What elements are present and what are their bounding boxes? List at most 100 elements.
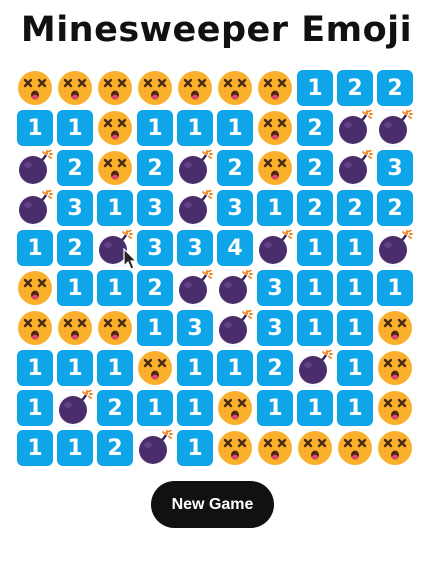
number-cell[interactable]: 1: [137, 310, 173, 346]
dead-face-icon[interactable]: [97, 310, 133, 346]
number-cell[interactable]: 1: [297, 270, 333, 306]
dead-face-icon[interactable]: [217, 390, 253, 426]
number-cell[interactable]: 1: [57, 430, 93, 466]
bomb-icon[interactable]: [177, 270, 213, 306]
number-cell[interactable]: 2: [57, 150, 93, 186]
number-cell[interactable]: 2: [257, 350, 293, 386]
dead-face-icon[interactable]: [297, 430, 333, 466]
number-cell[interactable]: 1: [217, 110, 253, 146]
number-cell[interactable]: 1: [297, 390, 333, 426]
number-cell[interactable]: 2: [137, 270, 173, 306]
number-cell[interactable]: 1: [177, 390, 213, 426]
number-cell[interactable]: 2: [217, 150, 253, 186]
bomb-icon[interactable]: [137, 430, 173, 466]
bomb-icon[interactable]: [337, 150, 373, 186]
dead-face-icon[interactable]: [217, 430, 253, 466]
dead-face-icon[interactable]: [377, 350, 413, 386]
number-cell[interactable]: 1: [17, 110, 53, 146]
number-cell[interactable]: 1: [297, 230, 333, 266]
number-cell[interactable]: 3: [257, 270, 293, 306]
number-cell[interactable]: 1: [97, 270, 133, 306]
dead-face-icon[interactable]: [97, 110, 133, 146]
number-cell[interactable]: 1: [97, 350, 133, 386]
number-cell[interactable]: 3: [177, 310, 213, 346]
number-cell[interactable]: 1: [177, 350, 213, 386]
number-cell[interactable]: 1: [177, 430, 213, 466]
dead-face-icon[interactable]: [57, 310, 93, 346]
number-cell[interactable]: 3: [377, 150, 413, 186]
dead-face-icon[interactable]: [217, 70, 253, 106]
new-game-button[interactable]: New Game: [151, 481, 274, 528]
number-cell[interactable]: 1: [137, 110, 173, 146]
number-cell[interactable]: 3: [57, 190, 93, 226]
dead-face-icon[interactable]: [17, 270, 53, 306]
number-cell[interactable]: 3: [177, 230, 213, 266]
number-cell[interactable]: 2: [377, 190, 413, 226]
number-cell[interactable]: 1: [17, 430, 53, 466]
number-cell[interactable]: 1: [337, 390, 373, 426]
dead-face-icon[interactable]: [177, 70, 213, 106]
number-cell[interactable]: 1: [257, 390, 293, 426]
dead-face-icon[interactable]: [257, 110, 293, 146]
number-cell[interactable]: 1: [337, 270, 373, 306]
number-cell[interactable]: 3: [137, 230, 173, 266]
dead-face-icon[interactable]: [17, 70, 53, 106]
number-cell[interactable]: 1: [17, 390, 53, 426]
number-cell[interactable]: 3: [257, 310, 293, 346]
number-cell[interactable]: 3: [137, 190, 173, 226]
dead-face-icon[interactable]: [57, 70, 93, 106]
number-cell[interactable]: 1: [257, 190, 293, 226]
number-cell[interactable]: 4: [217, 230, 253, 266]
number-cell[interactable]: 1: [97, 190, 133, 226]
number-cell[interactable]: 2: [297, 110, 333, 146]
number-cell[interactable]: 1: [337, 350, 373, 386]
dead-face-icon[interactable]: [337, 430, 373, 466]
dead-face-icon[interactable]: [257, 430, 293, 466]
dead-face-icon[interactable]: [377, 390, 413, 426]
number-cell[interactable]: 1: [177, 110, 213, 146]
number-cell[interactable]: 2: [337, 70, 373, 106]
dead-face-icon[interactable]: [97, 70, 133, 106]
bomb-icon[interactable]: [217, 310, 253, 346]
number-cell[interactable]: 1: [297, 310, 333, 346]
number-cell[interactable]: 2: [297, 190, 333, 226]
dead-face-icon[interactable]: [377, 430, 413, 466]
number-cell[interactable]: 1: [217, 350, 253, 386]
dead-face-icon[interactable]: [137, 350, 173, 386]
dead-face-icon[interactable]: [377, 310, 413, 346]
bomb-icon[interactable]: [17, 150, 53, 186]
number-cell[interactable]: 2: [57, 230, 93, 266]
number-cell[interactable]: 1: [57, 350, 93, 386]
bomb-icon[interactable]: [377, 110, 413, 146]
number-cell[interactable]: 1: [57, 110, 93, 146]
number-cell[interactable]: 1: [337, 230, 373, 266]
number-cell[interactable]: 1: [137, 390, 173, 426]
number-cell[interactable]: 1: [57, 270, 93, 306]
number-cell[interactable]: 2: [137, 150, 173, 186]
dead-face-icon[interactable]: [137, 70, 173, 106]
number-cell[interactable]: 1: [17, 350, 53, 386]
number-cell[interactable]: 1: [337, 310, 373, 346]
number-cell[interactable]: 2: [297, 150, 333, 186]
dead-face-icon[interactable]: [17, 310, 53, 346]
bomb-icon[interactable]: [337, 110, 373, 146]
number-cell[interactable]: 2: [337, 190, 373, 226]
bomb-icon[interactable]: [377, 230, 413, 266]
dead-face-icon[interactable]: [97, 150, 133, 186]
dead-face-icon[interactable]: [257, 150, 293, 186]
number-cell[interactable]: 1: [17, 230, 53, 266]
bomb-icon[interactable]: [97, 230, 133, 266]
number-cell[interactable]: 2: [97, 390, 133, 426]
number-cell[interactable]: 1: [377, 270, 413, 306]
number-cell[interactable]: 1: [297, 70, 333, 106]
bomb-icon[interactable]: [57, 390, 93, 426]
bomb-icon[interactable]: [297, 350, 333, 386]
bomb-icon[interactable]: [257, 230, 293, 266]
bomb-icon[interactable]: [177, 190, 213, 226]
bomb-icon[interactable]: [217, 270, 253, 306]
bomb-icon[interactable]: [177, 150, 213, 186]
dead-face-icon[interactable]: [257, 70, 293, 106]
number-cell[interactable]: 2: [377, 70, 413, 106]
number-cell[interactable]: 3: [217, 190, 253, 226]
number-cell[interactable]: 2: [97, 430, 133, 466]
